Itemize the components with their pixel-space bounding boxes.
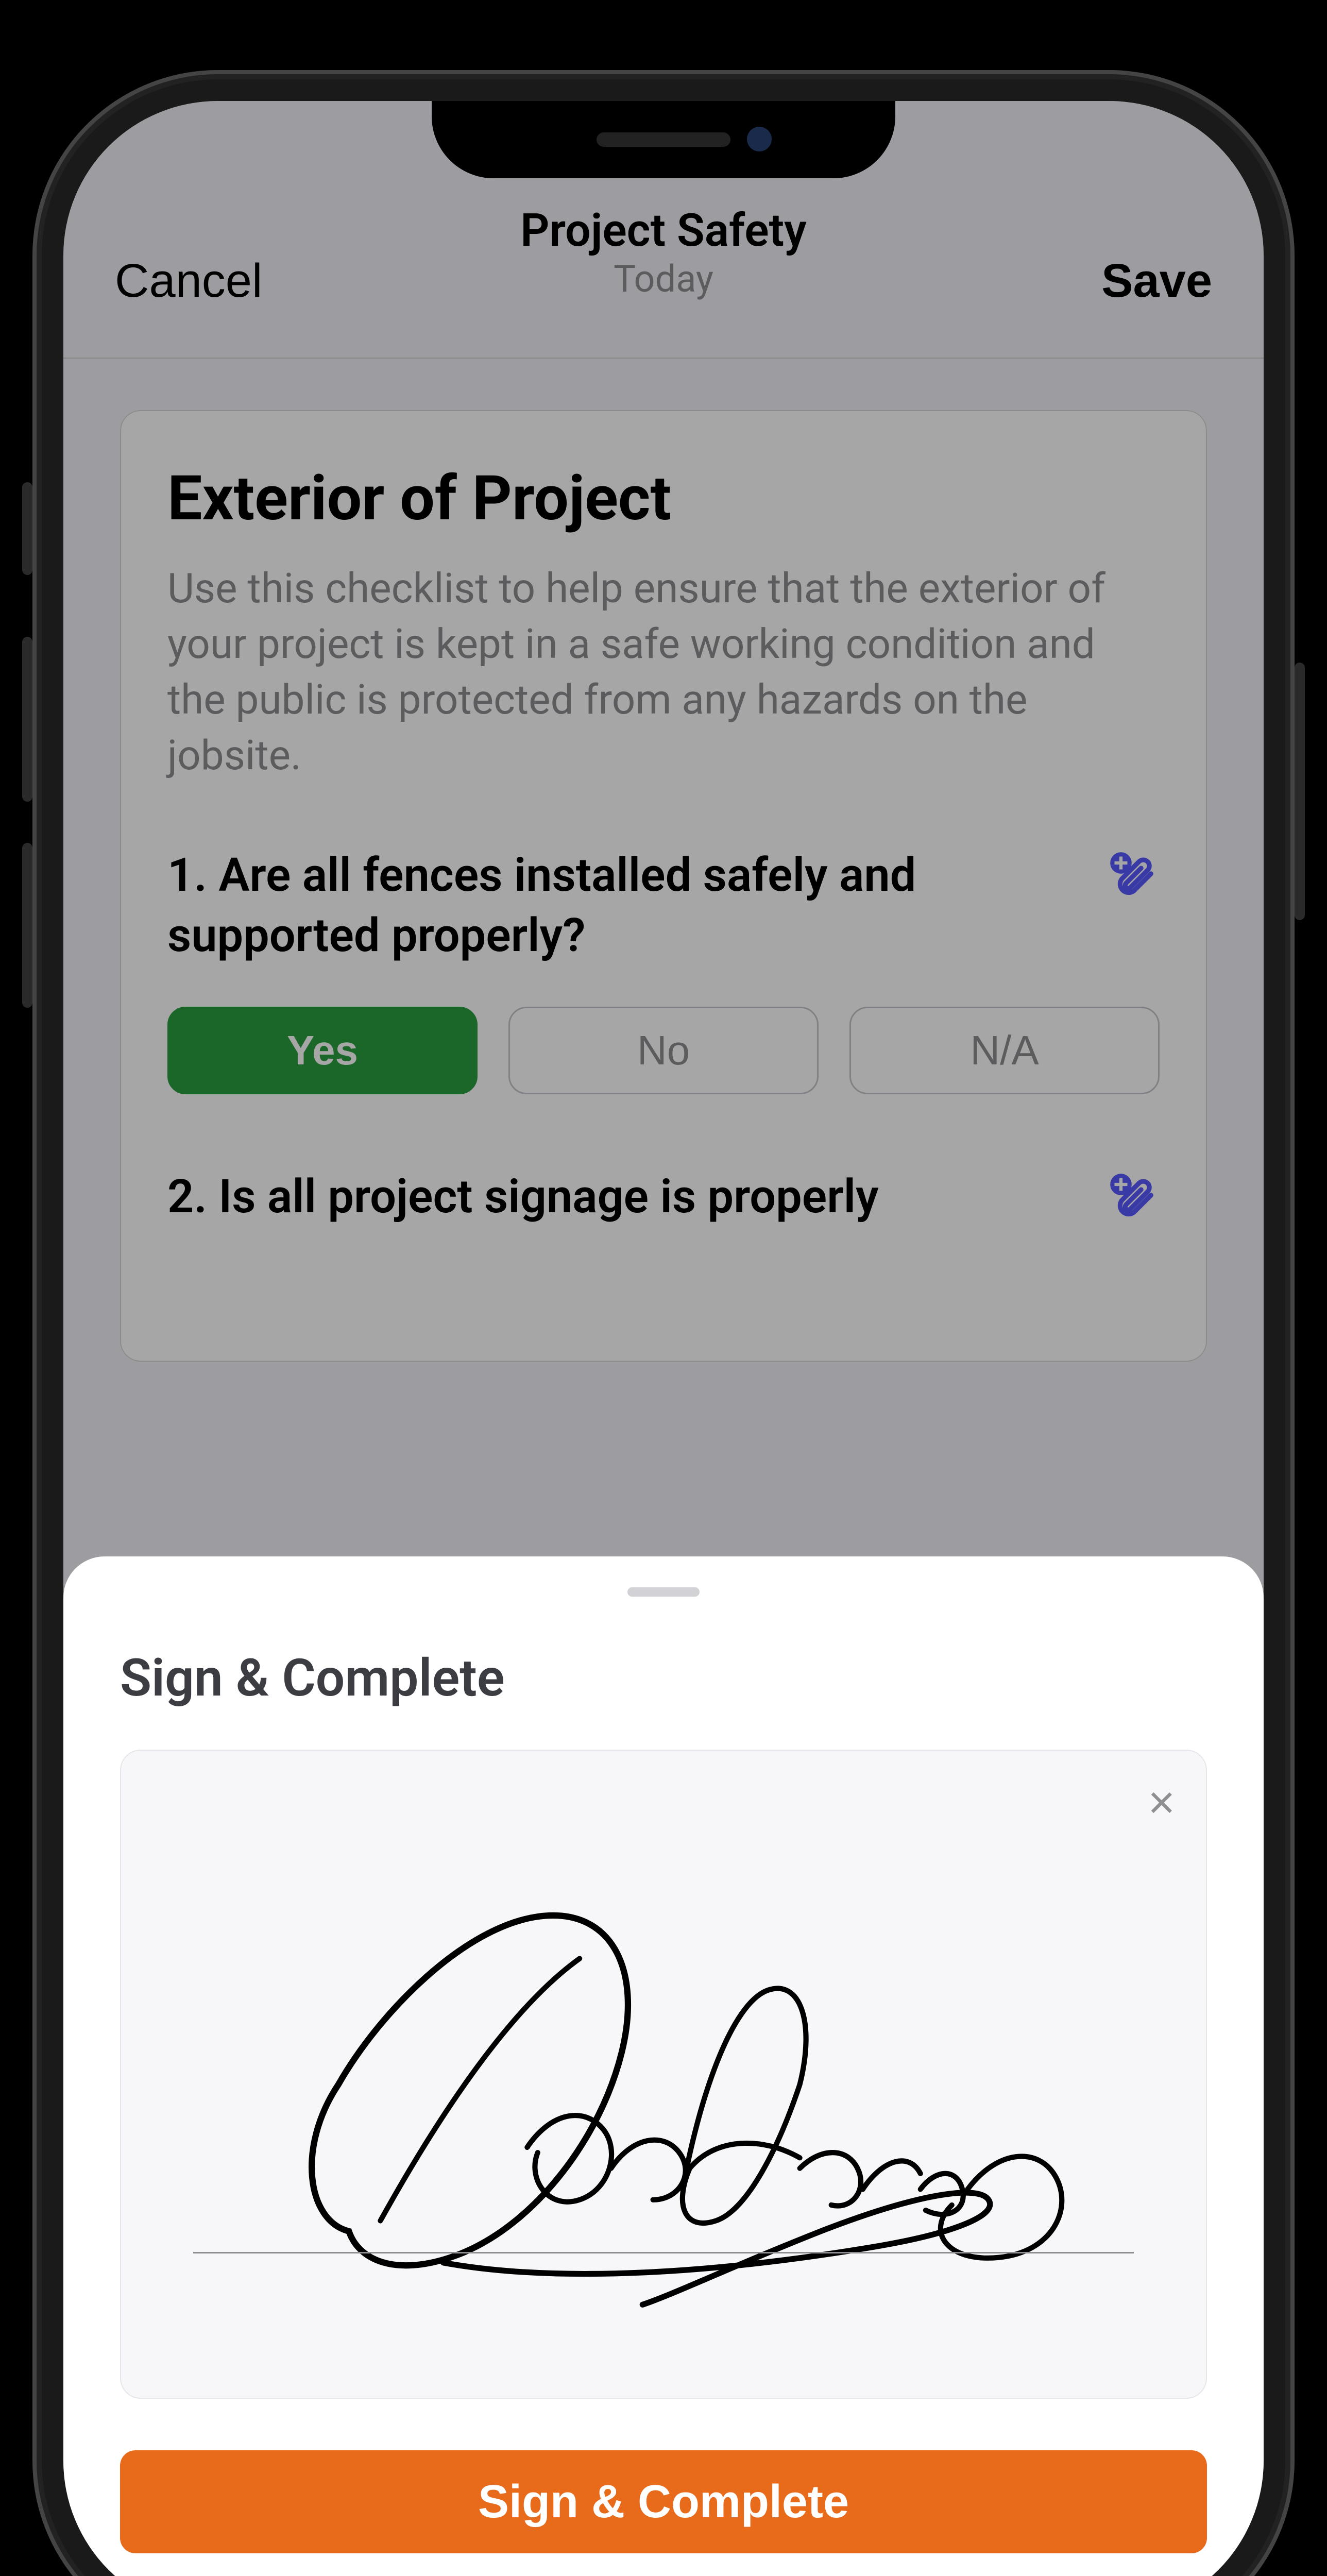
header-title-group: Project Safety Today	[520, 204, 807, 301]
signature-pad[interactable]: ×	[120, 1750, 1207, 2399]
answer-na-button[interactable]: N/A	[849, 1007, 1160, 1094]
phone-frame: Cancel Project Safety Today Save Exterio…	[32, 70, 1295, 2576]
question-text: 2. Is all project signage is properly	[167, 1166, 1160, 1227]
cancel-button[interactable]: Cancel	[115, 254, 262, 308]
content-area: Exterior of Project Use this checklist t…	[63, 359, 1264, 1413]
answer-no-button[interactable]: No	[508, 1007, 819, 1094]
clear-signature-button[interactable]: ×	[1148, 1776, 1175, 1829]
volume-button	[22, 637, 32, 802]
section-title: Exterior of Project	[167, 463, 1160, 535]
camera	[747, 127, 772, 151]
save-button[interactable]: Save	[1101, 254, 1212, 308]
checklist-card: Exterior of Project Use this checklist t…	[120, 410, 1207, 1362]
question-item: 2. Is all project signage is properly	[167, 1166, 1160, 1227]
page-title: Project Safety	[520, 204, 807, 257]
question-text: 1. Are all fences installed safely and s…	[167, 845, 1160, 965]
answer-row: Yes No N/A	[167, 1007, 1160, 1094]
sheet-title: Sign & Complete	[120, 1648, 1207, 1708]
phone-screen: Cancel Project Safety Today Save Exterio…	[63, 101, 1264, 2576]
power-button	[1295, 663, 1305, 920]
attachment-icon[interactable]	[1108, 850, 1160, 902]
speaker	[597, 132, 730, 147]
page-subtitle: Today	[520, 257, 807, 301]
signature-sheet: Sign & Complete × Sign & Complete	[63, 1556, 1264, 2576]
notch	[432, 101, 895, 178]
answer-yes-button[interactable]: Yes	[167, 1007, 478, 1094]
signature-drawing	[183, 1854, 1144, 2326]
volume-button	[22, 482, 32, 575]
volume-button	[22, 843, 32, 1008]
sheet-drag-handle[interactable]	[627, 1587, 700, 1597]
sign-complete-button[interactable]: Sign & Complete	[120, 2450, 1207, 2553]
question-item: 1. Are all fences installed safely and s…	[167, 845, 1160, 1094]
attachment-icon[interactable]	[1108, 1172, 1160, 1223]
signature-baseline	[193, 2252, 1134, 2253]
section-description: Use this checklist to help ensure that t…	[167, 561, 1160, 783]
